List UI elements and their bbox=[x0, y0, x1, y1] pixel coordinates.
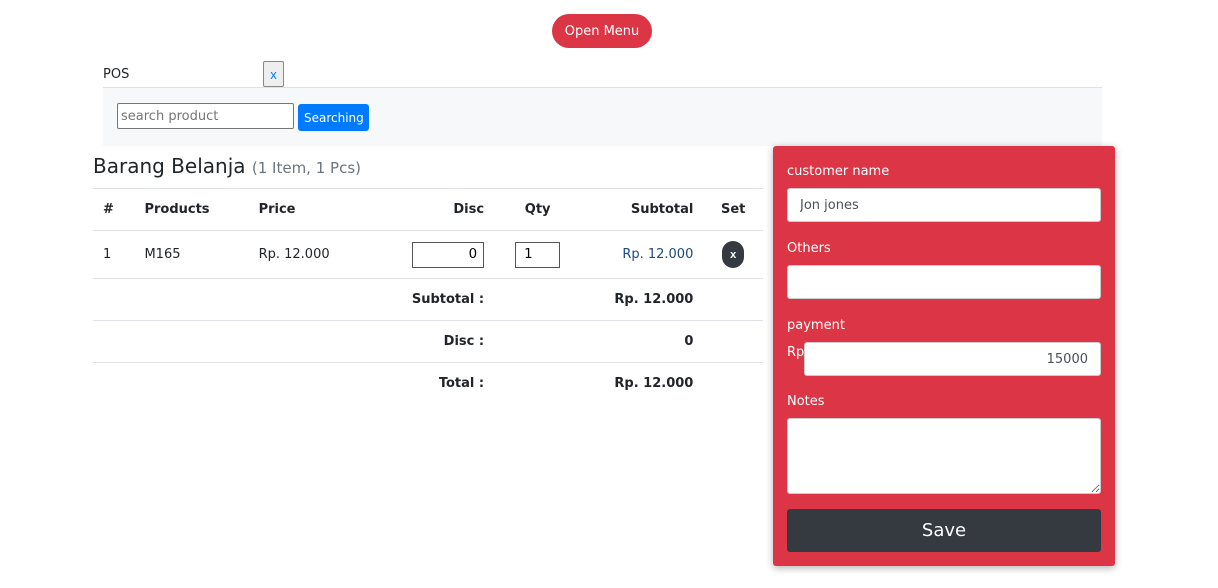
others-input[interactable] bbox=[787, 265, 1101, 299]
disc-label: Disc : bbox=[93, 320, 495, 363]
row-no: 1 bbox=[93, 230, 135, 279]
qty-input[interactable] bbox=[515, 241, 561, 268]
search-button[interactable]: Searching bbox=[298, 104, 369, 131]
save-button[interactable]: Save bbox=[787, 509, 1101, 552]
disc-row: Disc :0 bbox=[93, 320, 763, 363]
col-products: Products bbox=[134, 188, 249, 231]
col-subtotal: Subtotal bbox=[581, 188, 704, 231]
close-tab-button[interactable]: x bbox=[263, 61, 284, 87]
tab-pos[interactable]: POS bbox=[103, 67, 129, 82]
notes-label: Notes bbox=[787, 394, 825, 409]
table-header: # Products Price Disc Qty Subtotal Set bbox=[93, 188, 763, 231]
payment-label: payment bbox=[787, 318, 845, 333]
subtotal-row: Subtotal : Rp. 12.000 bbox=[93, 278, 763, 321]
row-price: Rp. 12.000 bbox=[248, 230, 371, 279]
remove-item-button[interactable]: x bbox=[722, 241, 745, 268]
payment-input[interactable] bbox=[804, 342, 1101, 376]
total-label: Total : bbox=[93, 362, 495, 405]
total-row: Total : Rp. 12.000 bbox=[93, 362, 763, 405]
col-disc: Disc bbox=[370, 188, 495, 231]
subtotal-value: Rp. 12.000 bbox=[494, 278, 704, 321]
disc-value: 0 bbox=[494, 320, 704, 363]
cart-table: # Products Price Disc Qty Subtotal Set 1… bbox=[93, 188, 763, 405]
others-label: Others bbox=[787, 241, 831, 256]
disc-input[interactable] bbox=[412, 241, 485, 268]
search-input[interactable] bbox=[117, 103, 294, 129]
subtotal-label: Subtotal : bbox=[93, 278, 495, 321]
customer-name-input[interactable] bbox=[787, 188, 1101, 222]
col-price: Price bbox=[248, 188, 371, 231]
table-row: 1 M165 Rp. 12.000 Rp. 12.000 x bbox=[93, 230, 763, 279]
col-no: # bbox=[93, 188, 135, 231]
col-qty: Qty bbox=[494, 188, 582, 231]
row-product: M165 bbox=[134, 230, 249, 279]
cart-title: Barang Belanja (1 Item, 1 Pcs) bbox=[93, 154, 361, 178]
cart-title-text: Barang Belanja bbox=[93, 154, 246, 178]
col-set: Set bbox=[703, 188, 763, 231]
customer-name-label: customer name bbox=[787, 164, 890, 179]
open-menu-button[interactable]: Open Menu bbox=[552, 14, 652, 48]
notes-textarea[interactable] bbox=[787, 418, 1101, 494]
payment-prefix: Rp bbox=[787, 345, 805, 360]
row-subtotal: Rp. 12.000 bbox=[581, 230, 704, 279]
checkout-panel: customer name Others payment Rp Notes Sa… bbox=[773, 146, 1115, 566]
cart-summary: (1 Item, 1 Pcs) bbox=[251, 159, 361, 177]
total-value: Rp. 12.000 bbox=[494, 362, 704, 405]
